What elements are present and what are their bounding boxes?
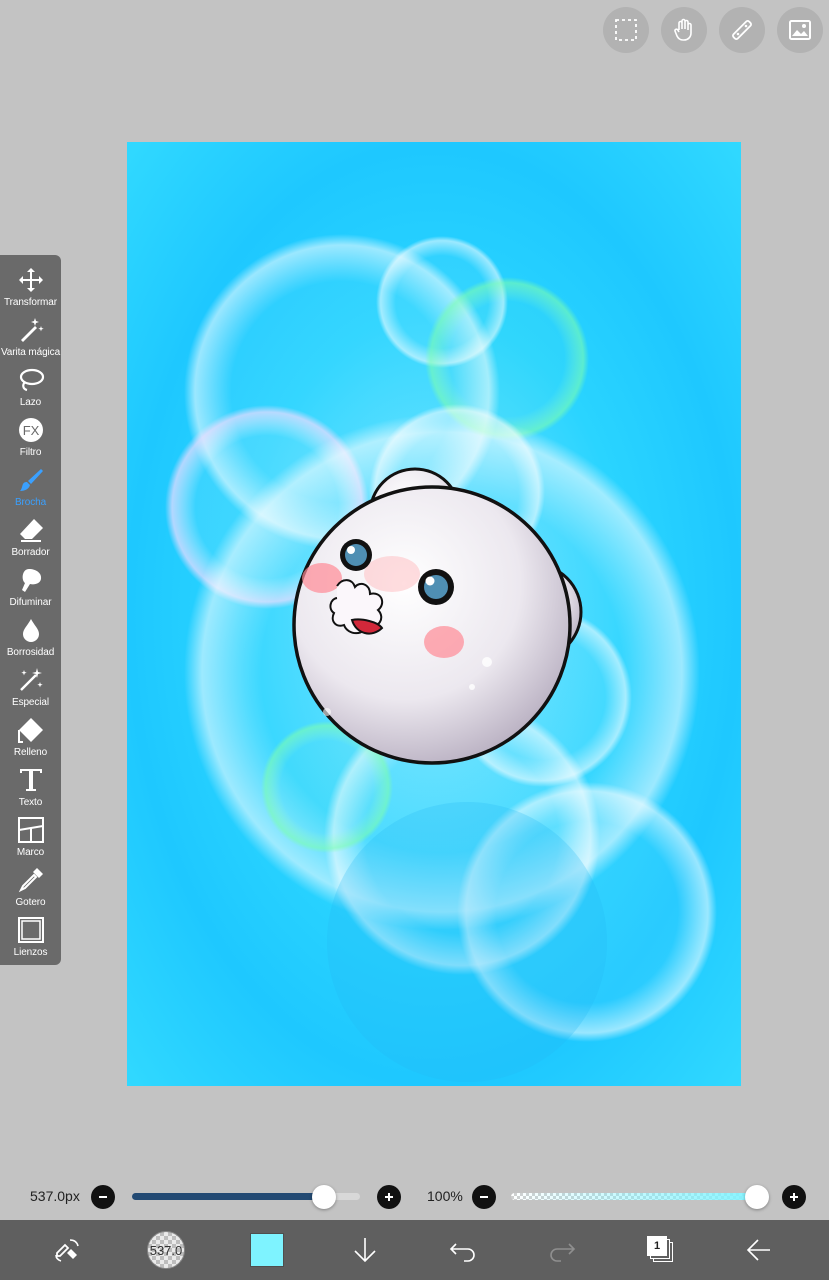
opacity-knob[interactable] [745, 1185, 769, 1209]
swap-brush-eraser-button[interactable] [48, 1220, 88, 1280]
layers-icon: 1 [647, 1236, 675, 1264]
tool-label: Borrador [11, 547, 50, 558]
arrow-left-icon [746, 1239, 770, 1261]
brush-preview: 537.0 [147, 1231, 185, 1269]
tool-label: Texto [18, 797, 43, 808]
color-button[interactable] [247, 1220, 287, 1280]
canvas-icon [17, 917, 44, 943]
bottom-toolbar: 537.0 1 [0, 1220, 829, 1280]
tool-filter[interactable]: FX Filtro [0, 408, 61, 458]
plus-icon [790, 1193, 798, 1201]
tool-label: Relleno [13, 747, 48, 758]
brush-size-fill [132, 1193, 324, 1200]
undo-button[interactable] [446, 1220, 480, 1280]
tool-special[interactable]: Especial [0, 658, 61, 708]
tool-label: Lienzos [13, 947, 48, 958]
tool-eraser[interactable]: Borrador [0, 508, 61, 558]
brush-size-decrease-button[interactable] [91, 1185, 115, 1209]
tool-label: Borrosidad [6, 647, 55, 658]
opacity-value: 100% [427, 1188, 463, 1204]
tool-lasso[interactable]: Lazo [0, 358, 61, 408]
lasso-icon [19, 368, 44, 392]
ruler-icon [732, 20, 752, 40]
tool-label: Brocha [14, 497, 47, 508]
tool-transform[interactable]: Transformar [0, 258, 61, 308]
tool-eyedropper[interactable]: Gotero [0, 858, 61, 908]
redo-button[interactable] [545, 1220, 579, 1280]
redo-icon [550, 1243, 576, 1262]
minus-icon [480, 1196, 488, 1198]
opacity-track[interactable] [511, 1193, 769, 1200]
move-icon [18, 268, 43, 292]
tool-smudge[interactable]: Difuminar [0, 558, 61, 608]
eraser-icon [19, 519, 43, 542]
undo-icon [449, 1243, 475, 1262]
tool-label: Difuminar [9, 597, 52, 608]
tool-blur[interactable]: Borrosidad [0, 608, 61, 658]
tool-label: Especial [12, 697, 49, 708]
download-button[interactable] [348, 1220, 382, 1280]
arrow-down-icon [354, 1238, 376, 1263]
tool-label: Varita mágica [0, 347, 61, 358]
tool-magic-wand[interactable]: Varita mágica [0, 308, 61, 358]
minus-icon [99, 1196, 107, 1198]
brush-size-value: 537.0px [30, 1188, 80, 1204]
tool-label: Transformar [4, 297, 57, 308]
smudge-icon [21, 569, 41, 592]
brush-icon [19, 469, 43, 491]
fx-icon: FX [18, 418, 43, 442]
layer-count: 1 [653, 1240, 661, 1252]
selection-icon [615, 19, 637, 41]
artwork [165, 234, 717, 1082]
tool-text[interactable]: Texto [0, 758, 61, 808]
back-button[interactable] [742, 1220, 776, 1280]
plus-icon [385, 1193, 393, 1201]
text-icon [19, 769, 42, 791]
opacity-increase-button[interactable] [782, 1185, 806, 1209]
tool-fill[interactable]: Relleno [0, 708, 61, 758]
magic-wand-icon [20, 318, 44, 342]
brush-preview-size: 537.0 [149, 1242, 183, 1258]
ruler-button[interactable] [719, 7, 765, 53]
layers-button[interactable]: 1 [644, 1220, 678, 1280]
hand-icon [674, 18, 692, 41]
tool-palette: Transformar Varita mágica Lazo FX Filtro… [0, 255, 61, 965]
tool-frame[interactable]: Marco [0, 808, 61, 858]
current-color-swatch [250, 1233, 284, 1267]
svg-text:FX: FX [22, 423, 39, 438]
tool-brush[interactable]: Brocha [0, 458, 61, 508]
frame-icon [17, 817, 44, 843]
drawing-canvas[interactable] [127, 142, 741, 1086]
blur-icon [22, 619, 39, 642]
tool-label: Filtro [19, 447, 42, 458]
eyedropper-icon [18, 868, 43, 893]
tool-label: Gotero [15, 897, 46, 908]
hand-button[interactable] [661, 7, 707, 53]
selection-button[interactable] [603, 7, 649, 53]
sparkle-icon [19, 668, 43, 691]
gallery-button[interactable] [777, 7, 823, 53]
pen-eraser-swap-icon [55, 1239, 79, 1262]
tool-label: Lazo [19, 397, 42, 408]
tool-label: Marco [16, 847, 45, 858]
opacity-decrease-button[interactable] [472, 1185, 496, 1209]
fill-icon [17, 718, 43, 743]
brush-size-increase-button[interactable] [377, 1185, 401, 1209]
brush-size-knob[interactable] [311, 1185, 336, 1209]
brush-settings-button[interactable]: 537.0 [146, 1220, 186, 1280]
tool-canvas[interactable]: Lienzos [0, 908, 61, 958]
gallery-icon [789, 20, 811, 40]
